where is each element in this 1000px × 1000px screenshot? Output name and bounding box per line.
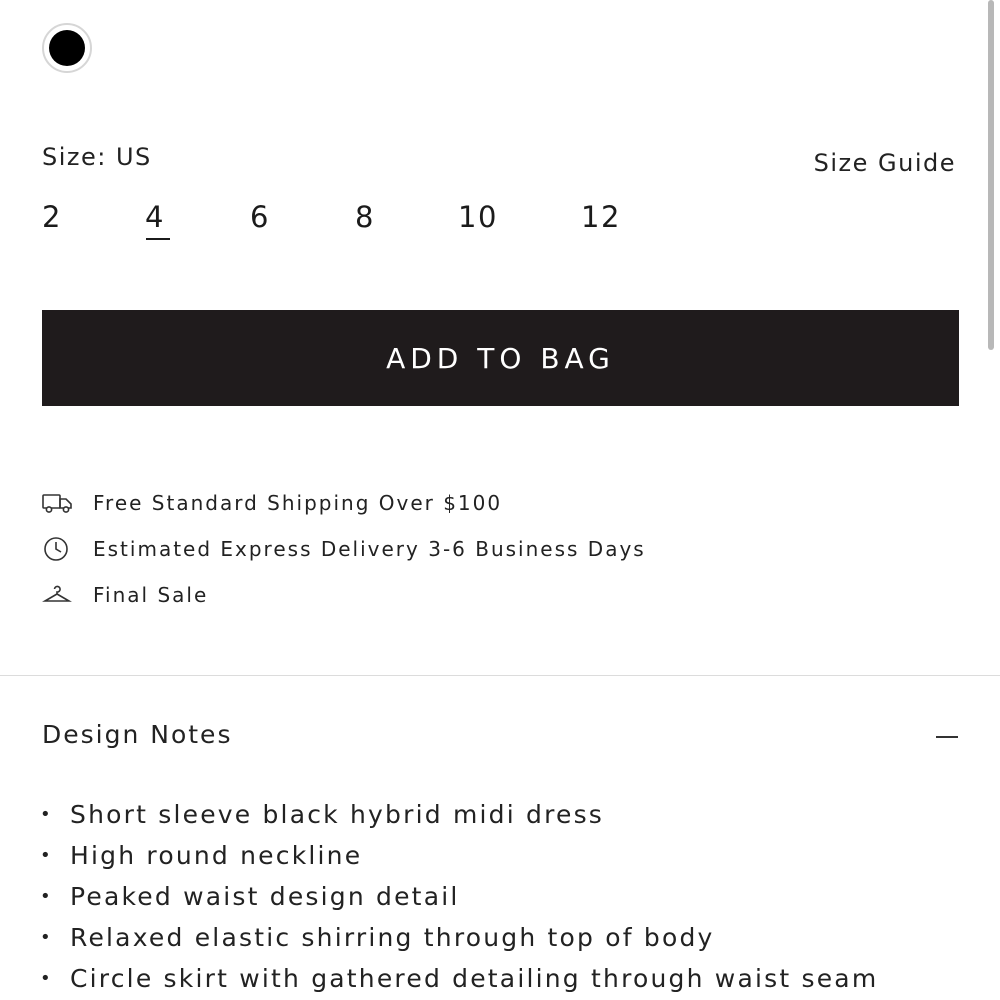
design-notes-title[interactable]: Design Notes xyxy=(42,720,232,749)
color-swatch-black[interactable] xyxy=(42,23,92,73)
clock-icon xyxy=(42,534,74,564)
list-item: • High round neckline xyxy=(40,841,363,870)
truck-icon xyxy=(42,488,74,518)
perk-final-sale-text: Final Sale xyxy=(93,583,209,607)
size-option-10[interactable]: 10 xyxy=(458,200,498,238)
hanger-icon xyxy=(42,580,74,610)
size-label: Size: US xyxy=(42,143,152,171)
size-guide-link[interactable]: Size Guide xyxy=(814,149,956,177)
section-divider xyxy=(0,675,1000,676)
list-item: • Circle skirt with gathered detailing th… xyxy=(40,964,879,993)
add-to-bag-button[interactable]: ADD TO BAG xyxy=(42,310,959,406)
bullet-icon: • xyxy=(40,885,53,907)
perk-delivery-text: Estimated Express Delivery 3-6 Business … xyxy=(93,537,646,561)
size-options: 2 4 6 8 10 12 xyxy=(0,200,700,250)
size-option-6[interactable]: 6 xyxy=(250,200,270,238)
list-item: • Short sleeve black hybrid midi dress xyxy=(40,800,605,829)
perk-delivery: Estimated Express Delivery 3-6 Business … xyxy=(42,534,646,564)
size-option-4[interactable]: 4 xyxy=(145,200,170,240)
size-option-2[interactable]: 2 xyxy=(42,200,62,238)
perk-shipping-text: Free Standard Shipping Over $100 xyxy=(93,491,503,515)
bullet-icon: • xyxy=(40,926,53,948)
minus-icon[interactable] xyxy=(936,736,958,738)
size-option-8[interactable]: 8 xyxy=(355,200,375,238)
bullet-icon: • xyxy=(40,803,53,825)
perk-final-sale: Final Sale xyxy=(42,580,208,610)
perk-shipping: Free Standard Shipping Over $100 xyxy=(42,488,502,518)
bullet-icon: • xyxy=(40,844,53,866)
list-item: • Relaxed elastic shirring through top of… xyxy=(40,923,715,952)
bullet-icon: • xyxy=(40,967,53,989)
scrollbar[interactable] xyxy=(988,0,994,350)
product-detail-panel: Size: US Size Guide 2 4 6 8 10 12 ADD TO… xyxy=(0,0,1000,1000)
list-item: • Peaked waist design detail xyxy=(40,882,460,911)
color-swatch-fill xyxy=(49,30,85,66)
size-option-12[interactable]: 12 xyxy=(581,200,621,238)
